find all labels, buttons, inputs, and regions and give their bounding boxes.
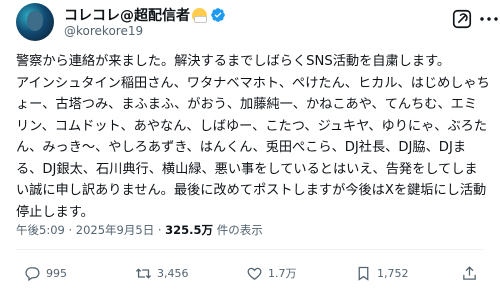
bookmark-button[interactable]: 1,752	[355, 262, 409, 284]
author-name-row: コレコレ@超配信者	[64, 5, 226, 25]
divider	[16, 249, 484, 250]
like-button[interactable]: 1.7万	[246, 262, 297, 284]
post-meta: 午後5:09 · 2025年9月5日 · 325.5万 件の表示	[16, 222, 263, 238]
action-bar: 995 3,456 1.7万 1,752	[16, 262, 486, 286]
avatar[interactable]	[16, 3, 54, 41]
bookmark-icon	[358, 266, 369, 281]
bookmark-count: 1,752	[377, 266, 409, 280]
reply-count: 995	[46, 266, 67, 280]
view-label: 件の表示	[213, 223, 263, 237]
grok-icon[interactable]	[451, 8, 473, 30]
more-icon[interactable]	[478, 12, 500, 26]
share-icon	[463, 265, 476, 280]
share-button[interactable]	[461, 262, 483, 284]
like-count: 1.7万	[268, 267, 297, 280]
repost-button[interactable]: 3,456	[135, 262, 189, 284]
post-header: コレコレ@超配信者 @korekore19	[16, 3, 498, 43]
repost-count: 3,456	[157, 266, 189, 280]
like-icon	[247, 267, 262, 280]
post-timestamp[interactable]: 午後5:09 · 2025年9月5日 ·	[16, 223, 165, 237]
author-handle[interactable]: @korekore19	[64, 24, 143, 38]
avatar-figure	[27, 11, 43, 31]
face-with-medical-mask-emoji	[192, 7, 207, 23]
reply-button[interactable]: 995	[24, 262, 67, 284]
post-body-text: 警察から連絡が来ました。解決するまでしばらくSNS活動を自粛します。 アインシュ…	[16, 54, 490, 220]
reply-icon	[25, 266, 40, 281]
repost-icon	[135, 267, 152, 279]
post: コレコレ@超配信者 @korekore19 警察から連絡が来ました。解決するまで…	[0, 0, 500, 302]
view-count[interactable]: 325.5万	[165, 223, 213, 237]
author-display-name[interactable]: コレコレ@超配信者	[64, 5, 190, 25]
verified-badge-icon[interactable]	[210, 7, 226, 23]
